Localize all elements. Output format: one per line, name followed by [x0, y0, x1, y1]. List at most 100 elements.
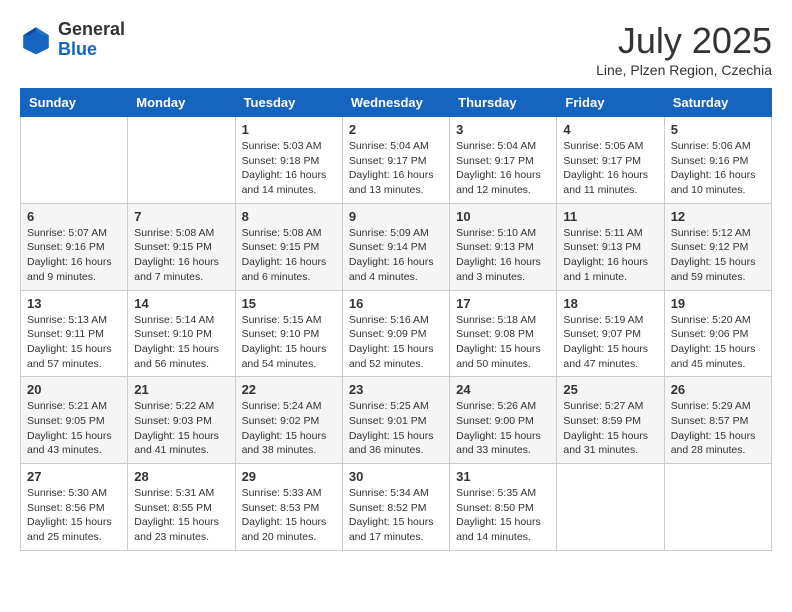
calendar-cell: 7Sunrise: 5:08 AM Sunset: 9:15 PM Daylig… — [128, 203, 235, 290]
logo-blue-text: Blue — [58, 40, 125, 60]
day-number: 25 — [563, 382, 657, 397]
day-info: Sunrise: 5:25 AM Sunset: 9:01 PM Dayligh… — [349, 399, 443, 458]
weekday-header-wednesday: Wednesday — [342, 89, 449, 117]
day-info: Sunrise: 5:09 AM Sunset: 9:14 PM Dayligh… — [349, 226, 443, 285]
calendar-table: SundayMondayTuesdayWednesdayThursdayFrid… — [20, 88, 772, 551]
day-info: Sunrise: 5:10 AM Sunset: 9:13 PM Dayligh… — [456, 226, 550, 285]
day-info: Sunrise: 5:35 AM Sunset: 8:50 PM Dayligh… — [456, 486, 550, 545]
weekday-header-friday: Friday — [557, 89, 664, 117]
calendar-cell: 6Sunrise: 5:07 AM Sunset: 9:16 PM Daylig… — [21, 203, 128, 290]
day-info: Sunrise: 5:24 AM Sunset: 9:02 PM Dayligh… — [242, 399, 336, 458]
day-number: 28 — [134, 469, 228, 484]
week-row-2: 6Sunrise: 5:07 AM Sunset: 9:16 PM Daylig… — [21, 203, 772, 290]
day-number: 5 — [671, 122, 765, 137]
day-info: Sunrise: 5:21 AM Sunset: 9:05 PM Dayligh… — [27, 399, 121, 458]
month-year: July 2025 — [596, 20, 772, 62]
calendar-cell: 20Sunrise: 5:21 AM Sunset: 9:05 PM Dayli… — [21, 377, 128, 464]
calendar-cell: 2 Sunrise: 5:04 AM Sunset: 9:17 PM Daylig… — [342, 117, 449, 204]
week-row-3: 13 Sunrise: 5:13 AM Sunset: 9:11 PM Dayli… — [21, 290, 772, 377]
calendar-cell: 31 Sunrise: 5:35 AM Sunset: 8:50 PM Dayli… — [450, 464, 557, 551]
day-info: Sunrise: 5:16 AM Sunset: 9:09 PM Dayligh… — [349, 313, 443, 372]
day-info: Sunrise: 5:18 AM Sunset: 9:08 PM Dayligh… — [456, 313, 550, 372]
day-number: 8 — [242, 209, 336, 224]
calendar-cell: 4 Sunrise: 5:05 AM Sunset: 9:17 PM Daylig… — [557, 117, 664, 204]
weekday-header-sunday: Sunday — [21, 89, 128, 117]
day-number: 9 — [349, 209, 443, 224]
calendar-cell: 16 Sunrise: 5:16 AM Sunset: 9:09 PM Dayli… — [342, 290, 449, 377]
day-info: Sunrise: 5:13 AM Sunset: 9:11 PM Dayligh… — [27, 313, 121, 372]
calendar-cell: 24Sunrise: 5:26 AM Sunset: 9:00 PM Dayli… — [450, 377, 557, 464]
calendar-body: 1Sunrise: 5:03 AM Sunset: 9:18 PM Daylig… — [21, 117, 772, 551]
calendar-cell: 18 Sunrise: 5:19 AM Sunset: 9:07 PM Dayli… — [557, 290, 664, 377]
day-number: 16 — [349, 296, 443, 311]
weekday-header-row: SundayMondayTuesdayWednesdayThursdayFrid… — [21, 89, 772, 117]
day-number: 13 — [27, 296, 121, 311]
day-number: 19 — [671, 296, 765, 311]
day-info: Sunrise: 5:27 AM Sunset: 8:59 PM Dayligh… — [563, 399, 657, 458]
calendar-cell — [21, 117, 128, 204]
day-info: Sunrise: 5:15 AM Sunset: 9:10 PM Dayligh… — [242, 313, 336, 372]
day-number: 26 — [671, 382, 765, 397]
calendar-cell: 13 Sunrise: 5:13 AM Sunset: 9:11 PM Dayli… — [21, 290, 128, 377]
weekday-header-monday: Monday — [128, 89, 235, 117]
calendar-cell: 29Sunrise: 5:33 AM Sunset: 8:53 PM Dayli… — [235, 464, 342, 551]
day-info: Sunrise: 5:22 AM Sunset: 9:03 PM Dayligh… — [134, 399, 228, 458]
day-number: 3 — [456, 122, 550, 137]
day-number: 27 — [27, 469, 121, 484]
day-info: Sunrise: 5:31 AM Sunset: 8:55 PM Dayligh… — [134, 486, 228, 545]
location: Line, Plzen Region, Czechia — [596, 62, 772, 78]
day-info: Sunrise: 5:33 AM Sunset: 8:53 PM Dayligh… — [242, 486, 336, 545]
calendar-cell: 14 Sunrise: 5:14 AM Sunset: 9:10 PM Dayli… — [128, 290, 235, 377]
day-number: 2 — [349, 122, 443, 137]
day-info: Sunrise: 5:20 AM Sunset: 9:06 PM Dayligh… — [671, 313, 765, 372]
calendar-cell — [128, 117, 235, 204]
day-info: Sunrise: 5:04 AM Sunset: 9:17 PM Dayligh… — [349, 139, 443, 198]
day-number: 12 — [671, 209, 765, 224]
day-info: Sunrise: 5:07 AM Sunset: 9:16 PM Dayligh… — [27, 226, 121, 285]
day-info: Sunrise: 5:05 AM Sunset: 9:17 PM Dayligh… — [563, 139, 657, 198]
calendar-cell: 27 Sunrise: 5:30 AM Sunset: 8:56 PM Dayli… — [21, 464, 128, 551]
calendar-cell: 26 Sunrise: 5:29 AM Sunset: 8:57 PM Dayli… — [664, 377, 771, 464]
day-info: Sunrise: 5:08 AM Sunset: 9:15 PM Dayligh… — [242, 226, 336, 285]
weekday-header-tuesday: Tuesday — [235, 89, 342, 117]
day-info: Sunrise: 5:12 AM Sunset: 9:12 PM Dayligh… — [671, 226, 765, 285]
day-number: 15 — [242, 296, 336, 311]
day-info: Sunrise: 5:29 AM Sunset: 8:57 PM Dayligh… — [671, 399, 765, 458]
day-info: Sunrise: 5:06 AM Sunset: 9:16 PM Dayligh… — [671, 139, 765, 198]
calendar-cell: 21Sunrise: 5:22 AM Sunset: 9:03 PM Dayli… — [128, 377, 235, 464]
calendar-cell: 30 Sunrise: 5:34 AM Sunset: 8:52 PM Dayli… — [342, 464, 449, 551]
calendar-cell: 10 Sunrise: 5:10 AM Sunset: 9:13 PM Dayli… — [450, 203, 557, 290]
calendar-cell — [664, 464, 771, 551]
calendar-cell: 23 Sunrise: 5:25 AM Sunset: 9:01 PM Dayli… — [342, 377, 449, 464]
calendar-cell: 1Sunrise: 5:03 AM Sunset: 9:18 PM Daylig… — [235, 117, 342, 204]
day-info: Sunrise: 5:14 AM Sunset: 9:10 PM Dayligh… — [134, 313, 228, 372]
day-number: 30 — [349, 469, 443, 484]
calendar-cell — [557, 464, 664, 551]
day-number: 4 — [563, 122, 657, 137]
day-number: 31 — [456, 469, 550, 484]
day-number: 14 — [134, 296, 228, 311]
weekday-header-thursday: Thursday — [450, 89, 557, 117]
day-number: 10 — [456, 209, 550, 224]
calendar-cell: 15 Sunrise: 5:15 AM Sunset: 9:10 PM Dayli… — [235, 290, 342, 377]
calendar-cell: 9 Sunrise: 5:09 AM Sunset: 9:14 PM Daylig… — [342, 203, 449, 290]
calendar-cell: 17 Sunrise: 5:18 AM Sunset: 9:08 PM Dayli… — [450, 290, 557, 377]
calendar-cell: 22Sunrise: 5:24 AM Sunset: 9:02 PM Dayli… — [235, 377, 342, 464]
page-header: General Blue July 2025 Line, Plzen Regio… — [20, 20, 772, 78]
day-info: Sunrise: 5:26 AM Sunset: 9:00 PM Dayligh… — [456, 399, 550, 458]
day-number: 7 — [134, 209, 228, 224]
calendar-cell: 3 Sunrise: 5:04 AM Sunset: 9:17 PM Daylig… — [450, 117, 557, 204]
logo-text: General Blue — [58, 20, 125, 60]
logo: General Blue — [20, 20, 125, 60]
day-info: Sunrise: 5:04 AM Sunset: 9:17 PM Dayligh… — [456, 139, 550, 198]
day-info: Sunrise: 5:19 AM Sunset: 9:07 PM Dayligh… — [563, 313, 657, 372]
calendar-cell: 25 Sunrise: 5:27 AM Sunset: 8:59 PM Dayli… — [557, 377, 664, 464]
day-number: 18 — [563, 296, 657, 311]
calendar-cell: 19 Sunrise: 5:20 AM Sunset: 9:06 PM Dayli… — [664, 290, 771, 377]
day-info: Sunrise: 5:34 AM Sunset: 8:52 PM Dayligh… — [349, 486, 443, 545]
calendar-cell: 12 Sunrise: 5:12 AM Sunset: 9:12 PM Dayli… — [664, 203, 771, 290]
day-number: 17 — [456, 296, 550, 311]
logo-icon — [20, 24, 52, 56]
day-info: Sunrise: 5:30 AM Sunset: 8:56 PM Dayligh… — [27, 486, 121, 545]
day-number: 23 — [349, 382, 443, 397]
